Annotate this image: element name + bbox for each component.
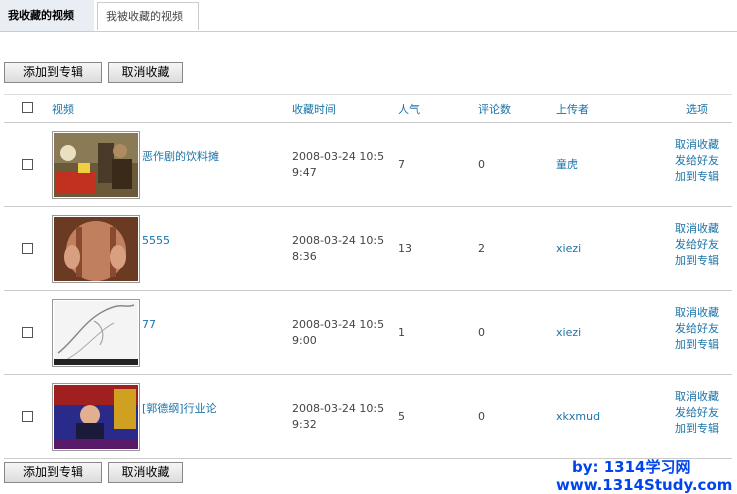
- add-to-album-link[interactable]: 加到专辑: [675, 169, 719, 185]
- column-comments: 评论数: [478, 103, 511, 116]
- watermark-line-2: www.1314Study.com: [556, 476, 733, 494]
- send-to-friend-link[interactable]: 发给好友: [675, 153, 719, 169]
- favorited-time: 2008-03-24 10:59:32: [292, 402, 385, 431]
- video-thumbnail-image: [54, 385, 138, 449]
- cancel-favorite-link[interactable]: 取消收藏: [675, 137, 719, 153]
- cancel-favorite-link[interactable]: 取消收藏: [675, 305, 719, 321]
- row-options: 取消收藏 发给好友 加到专辑: [675, 305, 719, 353]
- table-row: [郭德纲]行业论 2008-03-24 10:59:32 5 0 xkxmud …: [4, 374, 732, 459]
- cancel-favorite-link[interactable]: 取消收藏: [675, 221, 719, 237]
- cancel-favorite-button-bottom[interactable]: 取消收藏: [108, 462, 183, 483]
- row-checkbox[interactable]: [22, 411, 33, 422]
- column-uploader: 上传者: [556, 103, 589, 116]
- add-to-album-link[interactable]: 加到专辑: [675, 337, 719, 353]
- row-checkbox[interactable]: [22, 243, 33, 254]
- tab-bar: 我收藏的视频 我被收藏的视频: [0, 0, 737, 32]
- cancel-favorite-link[interactable]: 取消收藏: [675, 389, 719, 405]
- row-checkbox[interactable]: [22, 159, 33, 170]
- table-row: 5555 2008-03-24 10:58:36 13 2 xiezi 取消收藏…: [4, 206, 732, 291]
- favorited-time: 2008-03-24 10:59:00: [292, 318, 385, 347]
- video-thumbnail-image: [54, 217, 138, 281]
- popularity-count: 13: [398, 242, 412, 255]
- table-header: 视频 收藏时间 人气 评论数 上传者 选项: [4, 94, 732, 123]
- video-thumbnail[interactable]: [52, 299, 140, 367]
- video-thumbnail[interactable]: [52, 131, 140, 199]
- select-all-checkbox[interactable]: [22, 102, 33, 113]
- popularity-count: 5: [398, 410, 405, 423]
- favorited-time: 2008-03-24 10:59:47: [292, 150, 385, 179]
- cancel-favorite-button-top[interactable]: 取消收藏: [108, 62, 183, 83]
- popularity-count: 7: [398, 158, 405, 171]
- uploader-link[interactable]: xiezi: [556, 326, 581, 339]
- send-to-friend-link[interactable]: 发给好友: [675, 321, 719, 337]
- uploader-link[interactable]: 童虎: [556, 156, 578, 172]
- popularity-count: 1: [398, 326, 405, 339]
- row-checkbox[interactable]: [22, 327, 33, 338]
- video-title-link[interactable]: 77: [142, 318, 156, 331]
- video-title-link[interactable]: 5555: [142, 234, 170, 247]
- column-video: 视频: [52, 103, 74, 116]
- comment-count: 0: [478, 326, 485, 339]
- table-row: 77 2008-03-24 10:59:00 1 0 xiezi 取消收藏 发给…: [4, 290, 732, 375]
- row-options: 取消收藏 发给好友 加到专辑: [675, 221, 719, 269]
- add-to-album-link[interactable]: 加到专辑: [675, 253, 719, 269]
- row-options: 取消收藏 发给好友 加到专辑: [675, 137, 719, 185]
- column-options: 选项: [686, 103, 708, 116]
- comment-count: 0: [478, 158, 485, 171]
- table-row: 恶作剧的饮料摊 2008-03-24 10:59:47 7 0 童虎 取消收藏 …: [4, 122, 732, 207]
- tab-favorited-by-others[interactable]: 我被收藏的视频: [97, 2, 199, 30]
- comment-count: 2: [478, 242, 485, 255]
- row-options: 取消收藏 发给好友 加到专辑: [675, 389, 719, 437]
- comment-count: 0: [478, 410, 485, 423]
- add-to-album-link[interactable]: 加到专辑: [675, 421, 719, 437]
- video-title-link[interactable]: 恶作剧的饮料摊: [142, 148, 219, 164]
- uploader-link[interactable]: xkxmud: [556, 410, 600, 423]
- column-favorited-time: 收藏时间: [292, 103, 336, 116]
- video-thumbnail-image: [54, 133, 138, 197]
- video-title-link[interactable]: [郭德纲]行业论: [142, 400, 217, 416]
- watermark-line-1: by: 1314学习网: [572, 458, 691, 476]
- column-popularity: 人气: [398, 103, 420, 116]
- add-to-album-button-top[interactable]: 添加到专辑: [4, 62, 102, 83]
- tab-my-favorites[interactable]: 我收藏的视频: [0, 0, 94, 31]
- video-thumbnail[interactable]: [52, 383, 140, 451]
- add-to-album-button-bottom[interactable]: 添加到专辑: [4, 462, 102, 483]
- uploader-link[interactable]: xiezi: [556, 242, 581, 255]
- send-to-friend-link[interactable]: 发给好友: [675, 237, 719, 253]
- send-to-friend-link[interactable]: 发给好友: [675, 405, 719, 421]
- video-thumbnail[interactable]: [52, 215, 140, 283]
- video-thumbnail-image: [54, 301, 138, 365]
- favorited-time: 2008-03-24 10:58:36: [292, 234, 385, 263]
